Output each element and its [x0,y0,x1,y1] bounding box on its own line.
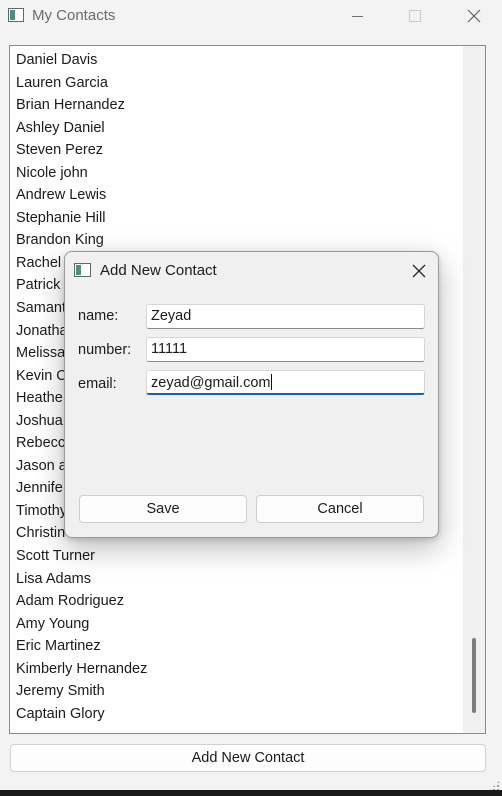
name-label: name: [78,308,119,324]
contact-list-item[interactable]: Lauren Garcia [10,72,147,95]
text-caret [271,374,273,390]
contact-list-item[interactable]: Steven Perez [10,139,147,162]
add-new-contact-button[interactable]: Add New Contact [10,744,486,772]
save-button[interactable]: Save [79,495,247,523]
contact-list-item[interactable]: Andrew Lewis [10,184,147,207]
add-contact-dialog: Add New Contact name: Zeyad number: 1111… [64,251,439,538]
minimize-icon [351,15,363,17]
close-icon [467,9,481,23]
email-field[interactable]: zeyad@gmail.com [146,370,425,395]
close-button[interactable] [451,0,497,32]
contact-list-item[interactable]: Brian Hernandez [10,94,147,117]
scrollbar-thumb[interactable] [472,638,476,713]
contact-list-item[interactable]: Stephanie Hill [10,207,147,230]
contact-list-item[interactable]: Kimberly Hernandez [10,658,147,681]
title-bar: My Contacts [0,0,502,32]
number-label: number: [78,342,132,358]
contact-list-item[interactable]: Brandon King [10,229,147,252]
contact-list-item[interactable]: Eric Martinez [10,635,147,658]
dialog-window-icon [74,263,91,277]
cancel-button[interactable]: Cancel [256,495,424,523]
contact-list-item[interactable]: Nicole john [10,162,147,185]
window-title: My Contacts [32,7,116,24]
minimize-button[interactable] [334,0,380,32]
app-window-icon [8,8,24,22]
contact-list-item[interactable]: Daniel Davis [10,49,147,72]
email-value: zeyad@gmail.com [151,375,271,391]
taskbar-edge [0,790,502,796]
close-icon [412,264,426,278]
contact-list-item[interactable]: Scott Turner [10,545,147,568]
email-label: email: [78,376,117,392]
contact-list-item[interactable]: Jeremy Smith [10,680,147,703]
contact-list-item[interactable]: Amy Young [10,613,147,636]
number-value: 11111 [151,341,188,357]
vertical-scrollbar[interactable] [463,46,485,733]
contact-list-item[interactable]: Lisa Adams [10,568,147,591]
contact-list-item[interactable]: Captain Glory [10,703,147,726]
number-field[interactable]: 11111 [146,337,425,362]
maximize-button [392,0,438,32]
contact-list-item[interactable]: Adam Rodriguez [10,590,147,613]
dialog-close-button[interactable] [405,260,433,282]
maximize-icon [409,10,421,22]
name-value: Zeyad [151,308,192,324]
name-field[interactable]: Zeyad [146,304,425,329]
contact-list-item[interactable]: Ashley Daniel [10,117,147,140]
dialog-title: Add New Contact [100,262,217,279]
